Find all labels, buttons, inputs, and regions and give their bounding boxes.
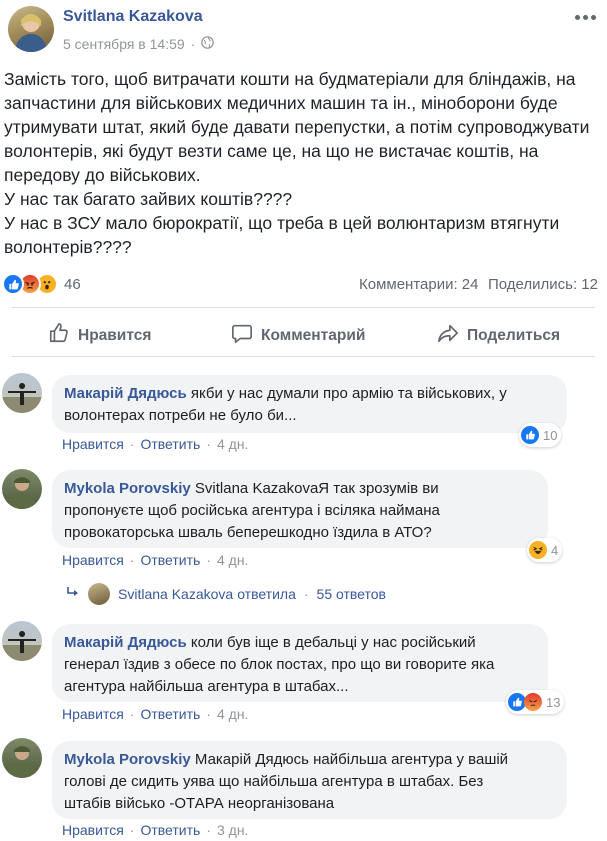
reply-action: ответила xyxy=(237,586,296,602)
comment-reactions-count: 4 xyxy=(551,542,559,558)
post-text-line: передову до військових. xyxy=(4,165,201,185)
comment-reactions[interactable]: 13 xyxy=(506,690,565,714)
more-icon[interactable] xyxy=(575,10,597,24)
reactions-count[interactable]: 46 xyxy=(64,276,81,293)
share-button-label: Поделиться xyxy=(467,326,561,344)
comment-text: штабів військо -ОТАРА неорганізована xyxy=(64,795,335,812)
comment-text: Svitlana KazakovaЯ так зрозумів ви xyxy=(194,480,439,497)
comment-time[interactable]: 4 дн. xyxy=(217,706,248,722)
comment-reactions[interactable]: 4 xyxy=(527,538,563,562)
post-timestamp[interactable]: 5 сентября в 14:59 xyxy=(63,36,185,52)
comment-actions: Нравится · Ответить · 4 дн. xyxy=(62,552,249,568)
comment-button[interactable]: Комментарий xyxy=(231,322,365,349)
comment-actions: Нравится · Ответить · 4 дн. xyxy=(62,706,249,722)
comment-text: голові де сидить уява що найбільша агент… xyxy=(64,773,484,790)
post-text-line: запчастини для військових медичних машин… xyxy=(4,93,558,113)
reply-count: 55 ответов xyxy=(316,586,386,602)
comment-reactions-count: 13 xyxy=(546,694,561,710)
like-reaction-icon xyxy=(2,273,24,295)
comment-bubble: Mykola Porovskiy Svitlana KazakovaЯ так … xyxy=(52,470,548,548)
comment-author[interactable]: Mykola Porovskiy xyxy=(64,480,191,497)
view-replies-link[interactable]: Svitlana Kazakova ответила · 55 ответов xyxy=(66,583,386,605)
comment-reply-link[interactable]: Ответить xyxy=(140,706,200,722)
commenter-avatar[interactable] xyxy=(2,373,42,413)
comment-bubble: Mykola Porovskiy Макарій Дядюсь найбільш… xyxy=(52,741,567,819)
comment-reply-link[interactable]: Ответить xyxy=(140,822,200,838)
comment-text: коли був іще в дебальці у нас російський xyxy=(190,634,476,651)
like-button-label: Нравится xyxy=(78,326,152,344)
comment-text: якби у нас думали про армію та військови… xyxy=(190,385,507,402)
comment-reactions[interactable]: 10 xyxy=(519,423,562,447)
comment-time[interactable]: 4 дн. xyxy=(217,552,248,568)
comment-like-link[interactable]: Нравится xyxy=(62,436,124,452)
like-reaction-icon xyxy=(521,426,539,444)
post-text-line: утримувати штат, який буде давати перепу… xyxy=(4,117,590,137)
speech-bubble-icon xyxy=(231,322,253,349)
post-text-line: У нас в ЗСУ мало бюрократії, що треба в … xyxy=(4,213,560,233)
comment-author[interactable]: Макарій Дядюсь xyxy=(64,385,187,402)
comment-bubble: Макарій Дядюсь якби у нас думали про арм… xyxy=(52,375,567,433)
share-arrow-icon xyxy=(437,322,459,349)
shares-count[interactable]: Поделились: 12 xyxy=(488,276,598,293)
comment-actions: Нравится · Ответить · 4 дн. xyxy=(62,436,249,452)
post-reactions[interactable]: 46 xyxy=(2,273,81,295)
divider xyxy=(12,307,595,308)
comment-author[interactable]: Mykola Porovskiy xyxy=(64,751,191,768)
comment-like-link[interactable]: Нравится xyxy=(62,552,124,568)
comment-text: пропонуєте щоб російська агентура і всіл… xyxy=(64,502,440,519)
meta-separator: · xyxy=(190,36,196,52)
comment-text: волонтерах потреби не було би... xyxy=(64,407,297,424)
comment-time[interactable]: 4 дн. xyxy=(217,436,248,452)
post-text: Замість того, щоб витрачати кошти на буд… xyxy=(4,67,604,259)
reply-author-avatar xyxy=(88,583,110,605)
globe-icon xyxy=(201,36,215,52)
reply-arrow-icon xyxy=(66,586,80,602)
comment-text: агентура найбільша агентура в штабах... xyxy=(64,678,349,695)
comment-reply-link[interactable]: Ответить xyxy=(140,552,200,568)
comment-reply-link[interactable]: Ответить xyxy=(140,436,200,452)
post-author-name[interactable]: Svitlana Kazakova xyxy=(63,8,203,26)
comment-text: Макарій Дядюсь найбільша агентура у ваші… xyxy=(194,751,509,768)
commenter-avatar[interactable] xyxy=(2,621,42,661)
post-author-avatar[interactable] xyxy=(8,6,54,52)
comment-like-link[interactable]: Нравится xyxy=(62,706,124,722)
angry-reaction-icon xyxy=(524,693,542,711)
share-button[interactable]: Поделиться xyxy=(437,322,560,349)
post-text-line: волонтерів, які будут везти саме це, на … xyxy=(4,141,539,161)
post-text-line: волонтерів???? xyxy=(4,237,132,257)
comments-count[interactable]: Комментарии: 24 xyxy=(359,276,479,293)
comment-text: генерал їздив з обесе по блок постах, пр… xyxy=(64,656,495,673)
post-text-line: Замість того, щоб витрачати кошти на буд… xyxy=(4,69,576,89)
commenter-avatar[interactable] xyxy=(2,738,42,778)
comment-actions: Нравится · Ответить · 3 дн. xyxy=(62,822,249,838)
comment-time[interactable]: 3 дн. xyxy=(217,822,248,838)
like-button[interactable]: Нравится xyxy=(48,322,151,349)
haha-reaction-icon xyxy=(529,541,547,559)
post-text-line: У нас так багато зайвих коштів???? xyxy=(4,189,293,209)
thumbs-up-icon xyxy=(48,322,70,349)
commenter-avatar[interactable] xyxy=(2,469,42,509)
comment-author[interactable]: Макарій Дядюсь xyxy=(64,634,187,651)
comment-text: провокаторська шваль беперешкодно їздила… xyxy=(64,524,432,541)
reply-author: Svitlana Kazakova xyxy=(118,586,234,602)
comment-like-link[interactable]: Нравится xyxy=(62,822,124,838)
comment-reactions-count: 10 xyxy=(543,427,558,443)
comment-button-label: Комментарий xyxy=(261,326,366,344)
comment-bubble: Макарій Дядюсь коли був іще в дебальці у… xyxy=(52,624,548,702)
divider xyxy=(12,356,595,357)
